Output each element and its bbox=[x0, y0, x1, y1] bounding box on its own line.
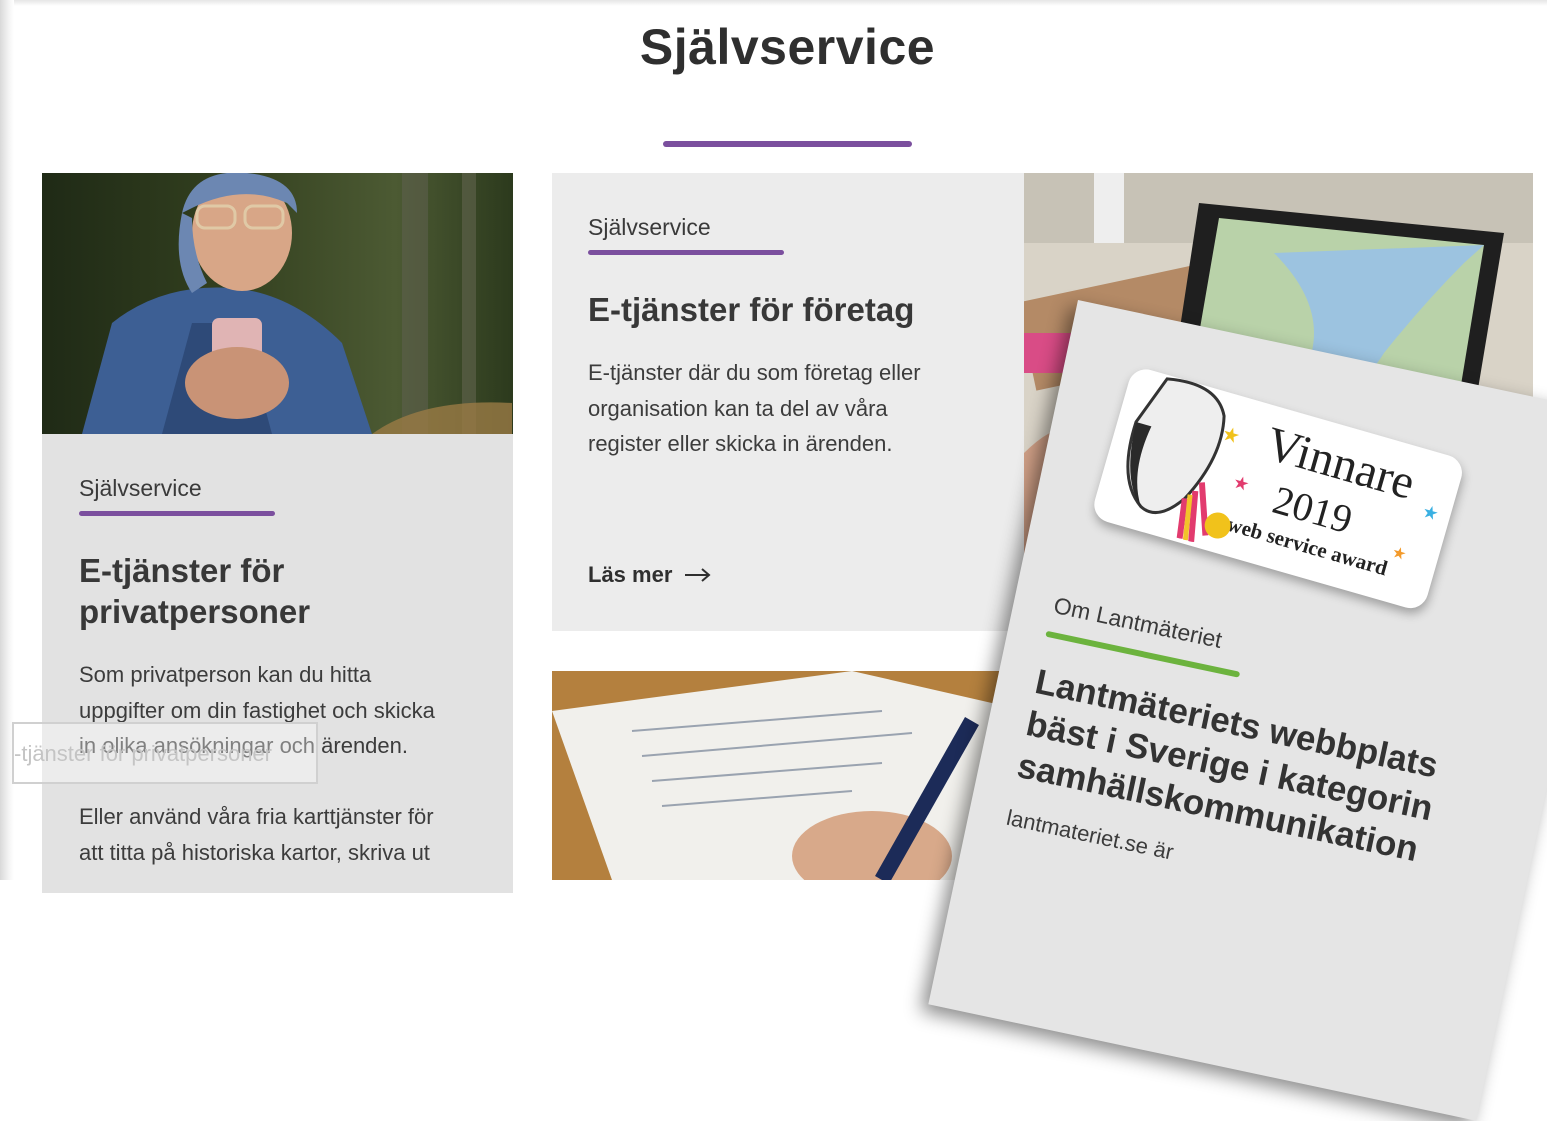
star-icon: ★ bbox=[1389, 543, 1409, 565]
card-text-line: Som privatperson kan du hitta bbox=[79, 662, 372, 687]
woman-with-phone-photo bbox=[42, 173, 513, 434]
title-underline bbox=[663, 141, 912, 147]
read-more-label: Läs mer bbox=[588, 562, 673, 587]
card-heading[interactable]: E-tjänster för företag bbox=[588, 289, 914, 330]
card-text-line: att titta på historiska kartor, skriva u… bbox=[79, 839, 430, 865]
writing-hand-photo bbox=[552, 671, 1027, 880]
card-heading-line: privatpersoner bbox=[79, 593, 311, 630]
category-underline bbox=[588, 250, 784, 255]
card-text-line: register eller skicka in ärenden. bbox=[588, 431, 893, 456]
card-heading[interactable]: E-tjänster för privatpersoner bbox=[79, 550, 310, 632]
star-icon: ★ bbox=[1419, 500, 1442, 525]
card-category: Självservice bbox=[588, 214, 711, 240]
star-icon: ★ bbox=[1230, 471, 1252, 496]
arrow-right-icon bbox=[685, 568, 711, 582]
card-text-line: uppgifter om din fastighet och skicka bbox=[79, 697, 435, 723]
page-title: Självservice bbox=[639, 19, 936, 75]
page-top-shadow bbox=[0, 0, 1547, 6]
clipping-category: Om Lantmäteriet bbox=[1051, 591, 1225, 654]
card-text-line: Eller använd våra fria karttjänster för bbox=[79, 804, 434, 829]
read-more-link[interactable]: Läs mer bbox=[588, 562, 712, 588]
ghost-label: -tjänster för privatpersoner bbox=[14, 741, 272, 766]
card-description-extra: Eller använd våra fria karttjänster för … bbox=[79, 799, 434, 870]
award-badge: Vinnare 2019 web service award ★ ★ ★ ★ bbox=[1090, 365, 1467, 613]
category-underline bbox=[79, 511, 275, 516]
card-text-line: organisation kan ta del av våra bbox=[588, 395, 888, 421]
card-text-line: E-tjänster där du som företag eller bbox=[588, 360, 921, 385]
card-category: Självservice bbox=[79, 475, 202, 501]
clipping-heading: Lantmäteriets webbplats bäst i Sverige i… bbox=[1014, 660, 1510, 886]
card-heading-line: E-tjänster för bbox=[79, 552, 285, 589]
card-e-services-private[interactable]: Självservice E-tjänster för privatperson… bbox=[42, 173, 513, 893]
card-description: E-tjänster där du som företag eller orga… bbox=[588, 355, 921, 462]
